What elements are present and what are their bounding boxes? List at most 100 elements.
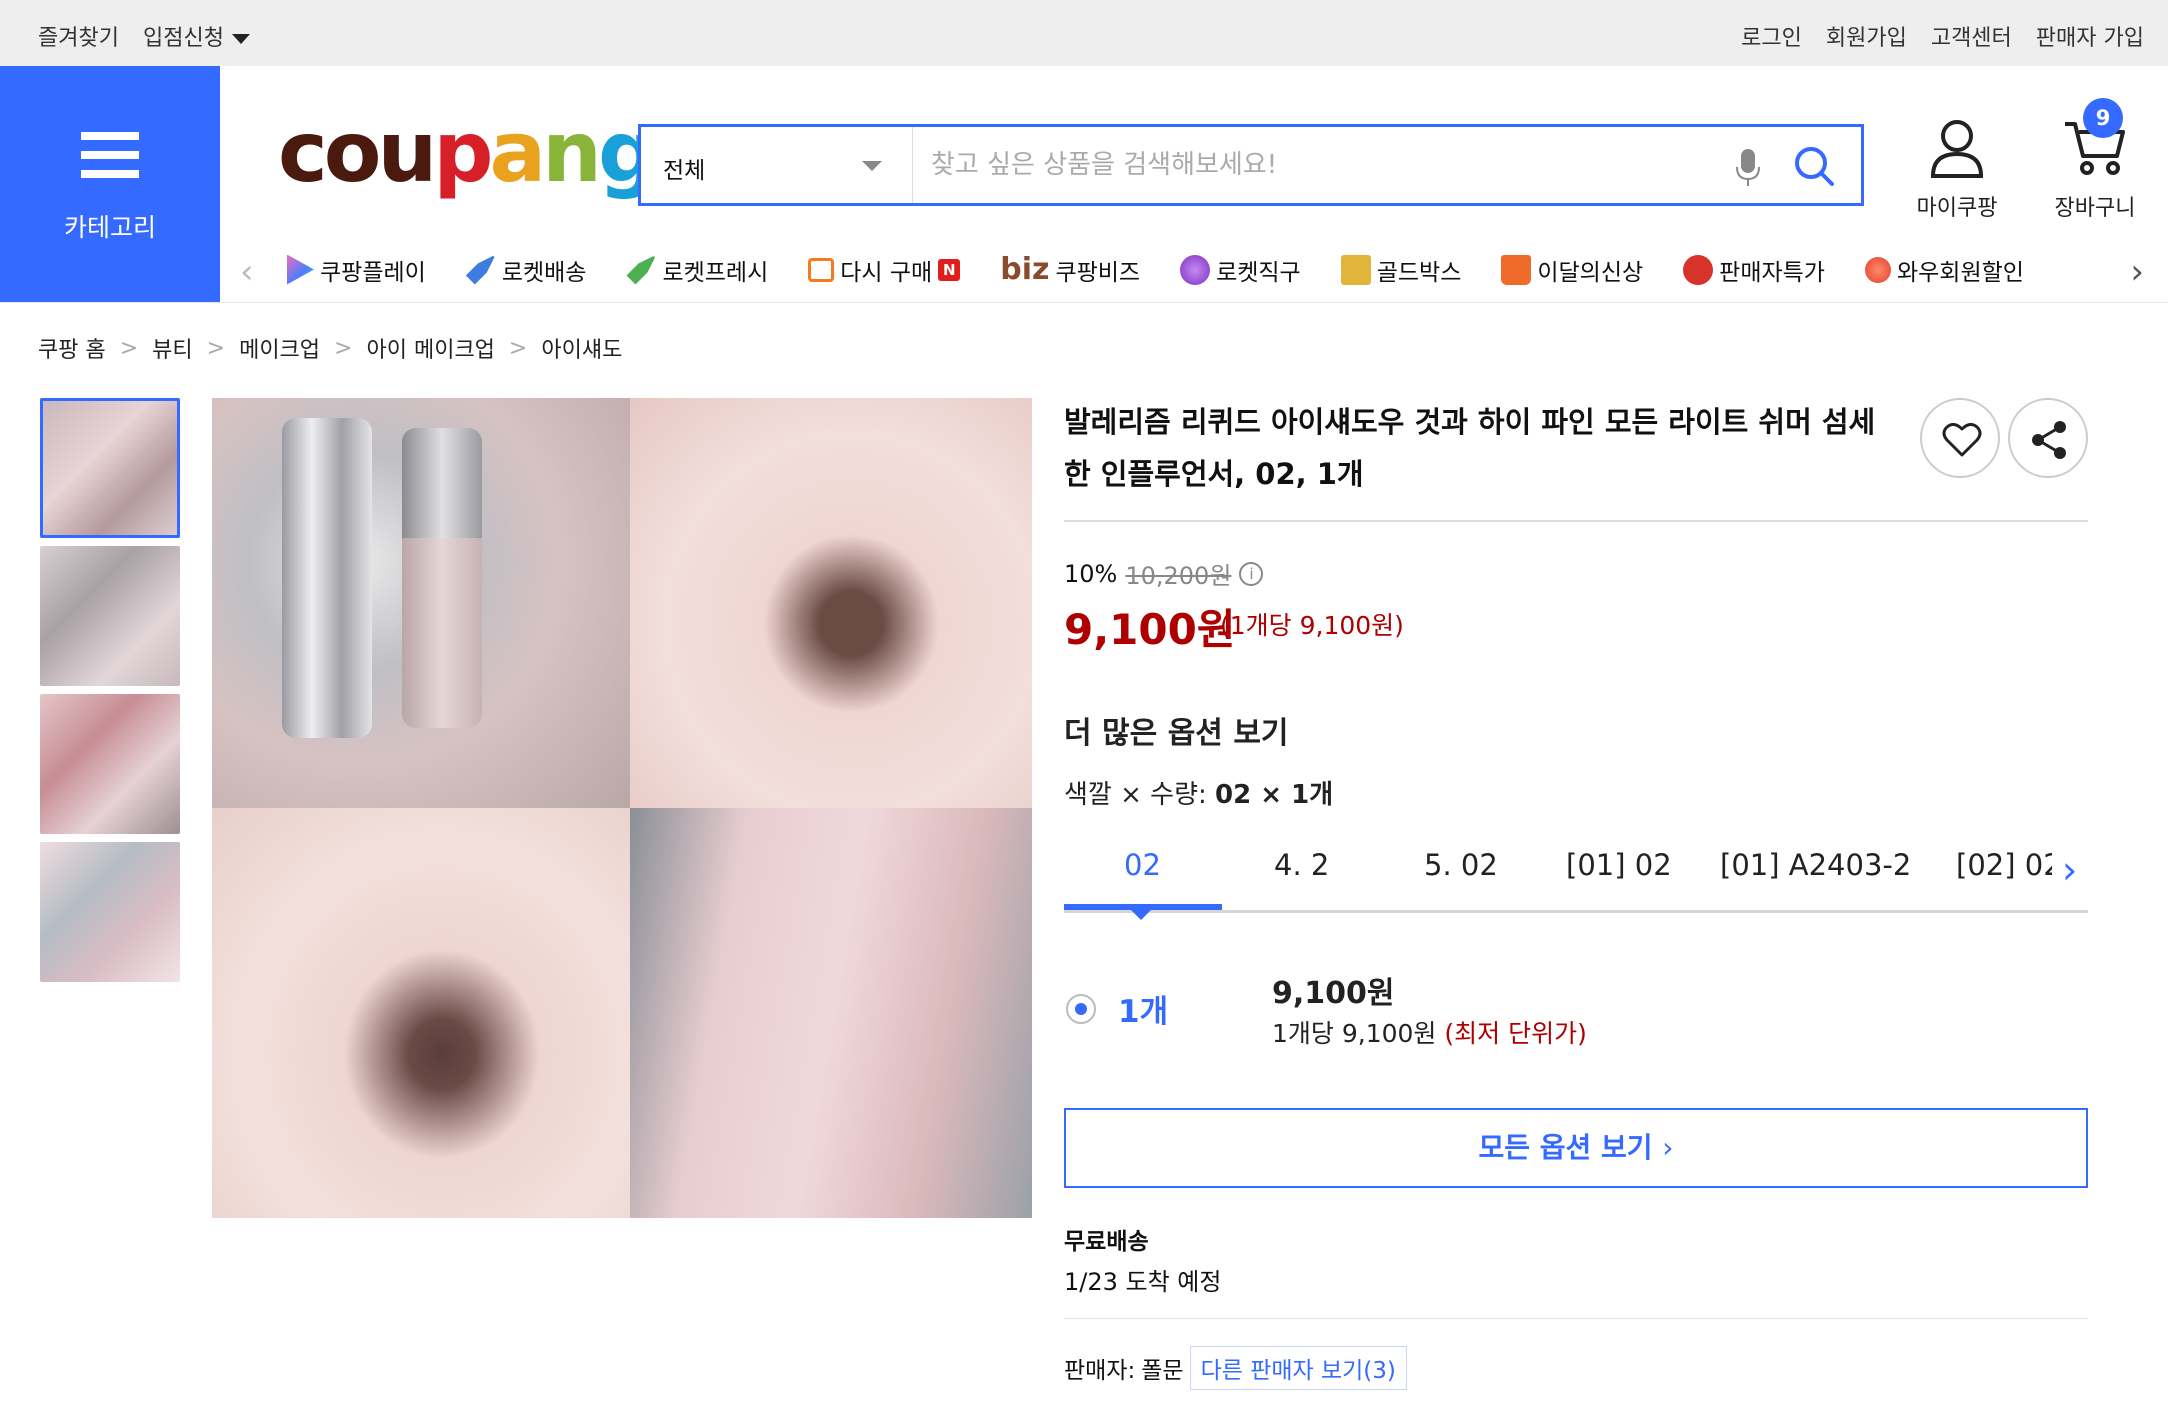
service-nav: ‹ 쿠팡플레이 로켓배송 로켓프레시 다시 구매 N biz 쿠팡비즈 로켓직구 골… <box>220 240 2168 302</box>
search-input[interactable] <box>931 145 1701 185</box>
search-category-value: 전체 <box>663 158 706 184</box>
seller-name[interactable]: 폴문 <box>1141 1351 1183 1385</box>
wishlist-button[interactable] <box>1920 398 2000 478</box>
quantity-radio[interactable] <box>1066 994 1096 1024</box>
seller-signup-link[interactable]: 판매자 가입 <box>2036 20 2144 52</box>
search-bar: 전체 <box>638 124 1864 206</box>
quantity-label[interactable]: 1개 <box>1118 986 1168 1031</box>
play-icon <box>287 254 314 285</box>
service-item-rocket-global[interactable]: 로켓직구 <box>1180 252 1301 287</box>
mycoupang-button[interactable]: 마이쿠팡 <box>1902 118 2012 222</box>
lowest-unit-label: (최저 단위가) <box>1444 1019 1587 1048</box>
wow-icon <box>1864 256 1891 283</box>
option-price: 9,100원 <box>1272 976 1395 1011</box>
service-item-wow-discount[interactable]: 와우회원할인 <box>1864 252 2024 287</box>
service-item-seller-deal[interactable]: 판매자특가 <box>1683 252 1825 287</box>
cart-label: 장바구니 <box>2054 196 2136 221</box>
option-tab[interactable]: [01] 02 <box>1566 848 1672 882</box>
product-image-tubes <box>212 398 630 808</box>
signup-link[interactable]: 회원가입 <box>1826 20 1907 52</box>
hamburger-icon <box>81 132 139 178</box>
product-thumbnail-2[interactable] <box>40 546 180 686</box>
discount-rate: 10% <box>1064 559 1118 588</box>
search-icon[interactable] <box>1793 145 1835 187</box>
rebuy-icon <box>808 257 835 282</box>
product-title: 발레리즘 리퀴드 아이섀도우 것과 하이 파인 모든 라이트 쉬머 섬세한 인플… <box>1064 405 1876 491</box>
chevron-right-icon[interactable]: › <box>2052 848 2078 892</box>
chevron-right-icon: > <box>334 335 353 361</box>
cart-count-badge: 9 <box>2083 98 2123 138</box>
new-bag-icon <box>1501 254 1532 285</box>
cart-button[interactable]: 9 장바구니 <box>2040 98 2150 222</box>
sale-price: 9,100원 <box>1064 605 1236 654</box>
service-label: 다시 구매 <box>840 259 933 286</box>
service-label: 쿠팡비즈 <box>1055 259 1141 286</box>
customer-center-link[interactable]: 고객센터 <box>1931 20 2012 52</box>
selection-value: 02 × 1개 <box>1215 780 1334 810</box>
product-image-eye-2 <box>212 808 630 1218</box>
breadcrumb-item[interactable]: 쿠팡 홈 <box>38 332 106 364</box>
product-thumbnail-1[interactable] <box>40 398 180 538</box>
seller-label: 판매자: <box>1064 1358 1136 1384</box>
delivery-eta: 1/23 도착 예정 <box>1064 1268 1222 1296</box>
option-tabs: 02 4. 2 5. 02 [01] 02 [01] A2403-2 [02] … <box>1064 840 2088 912</box>
service-item-coupang-play[interactable]: 쿠팡플레이 <box>284 252 426 287</box>
option-tab[interactable]: 02 <box>1124 848 1161 882</box>
product-main-image[interactable] <box>212 398 1032 1218</box>
breadcrumb-item[interactable]: 아이섀도 <box>541 332 622 364</box>
user-icon <box>1930 120 1984 178</box>
biz-icon: biz <box>1000 252 1050 287</box>
category-label: 카테고리 <box>63 213 156 242</box>
option-tab[interactable]: 4. 2 <box>1274 848 1329 882</box>
other-sellers-button[interactable]: 다른 판매자 보기(3) <box>1189 1346 1407 1390</box>
service-item-new-this-month[interactable]: 이달의신상 <box>1501 252 1643 287</box>
goldbox-icon <box>1340 254 1371 285</box>
chevron-right-icon[interactable]: › <box>2130 252 2144 292</box>
service-label: 이달의신상 <box>1537 259 1644 286</box>
unit-price: (1개당 9,100원) <box>1220 611 1404 640</box>
service-item-rocket-fresh[interactable]: 로켓프레시 <box>626 252 768 287</box>
breadcrumb-item[interactable]: 뷰티 <box>152 332 192 364</box>
breadcrumb-item[interactable]: 아이 메이크업 <box>366 332 494 364</box>
service-label: 판매자특가 <box>1719 259 1825 286</box>
login-link[interactable]: 로그인 <box>1741 20 1802 52</box>
coupang-logo[interactable]: coupang <box>278 110 658 194</box>
chevron-right-icon: > <box>119 335 139 361</box>
service-label: 쿠팡플레이 <box>320 259 426 286</box>
original-price: 10,200원 <box>1125 562 1232 590</box>
product-thumbnail-4[interactable] <box>40 842 180 982</box>
service-label: 골드박스 <box>1376 259 1462 286</box>
seller-apply-label: 입점신청 <box>142 26 224 51</box>
chevron-down-icon <box>231 34 250 44</box>
shipping-label: 무료배송 <box>1064 1229 1149 1255</box>
all-options-button[interactable]: 모든 옵션 보기 › <box>1064 1108 2088 1188</box>
all-options-label: 모든 옵션 보기 <box>1478 1131 1653 1164</box>
service-item-goldbox[interactable]: 골드박스 <box>1340 252 1462 287</box>
microphone-icon[interactable] <box>1735 147 1761 187</box>
favorites-link[interactable]: 즐겨찾기 <box>38 20 119 52</box>
active-tab-caret <box>1131 910 1151 920</box>
option-tab[interactable]: [01] A2403-2 <box>1720 848 1911 882</box>
divider <box>1064 1318 2088 1319</box>
breadcrumb-item[interactable]: 메이크업 <box>239 332 320 364</box>
percent-icon <box>1683 254 1714 285</box>
info-icon[interactable]: i <box>1239 561 1264 586</box>
category-menu-button[interactable]: 카테고리 <box>0 66 220 303</box>
service-item-rocket-delivery[interactable]: 로켓배송 <box>465 252 586 287</box>
chevron-left-icon[interactable]: ‹ <box>240 252 254 292</box>
search-category-select[interactable]: 전체 <box>641 127 913 203</box>
divider <box>1064 520 2088 522</box>
product-image-fingers <box>630 808 1032 1218</box>
seller-apply-link[interactable]: 입점신청 <box>143 20 250 52</box>
service-label: 와우회원할인 <box>1896 259 2024 286</box>
breadcrumb: 쿠팡 홈 > 뷰티 > 메이크업 > 아이 메이크업 > 아이섀도 <box>38 332 622 364</box>
share-button[interactable] <box>2008 398 2088 478</box>
service-item-coupang-biz[interactable]: biz 쿠팡비즈 <box>1000 252 1140 287</box>
option-tab[interactable]: 5. 02 <box>1424 848 1498 882</box>
product-thumbnail-3[interactable] <box>40 694 180 834</box>
service-label: 로켓프레시 <box>662 259 769 286</box>
seller-row: 판매자: 폴문 다른 판매자 보기(3) <box>1064 1346 1407 1390</box>
chevron-right-icon: › <box>1662 1131 1674 1164</box>
option-tab[interactable]: [02] 02 <box>1956 848 2062 882</box>
service-item-rebuy[interactable]: 다시 구매 N <box>808 252 961 287</box>
